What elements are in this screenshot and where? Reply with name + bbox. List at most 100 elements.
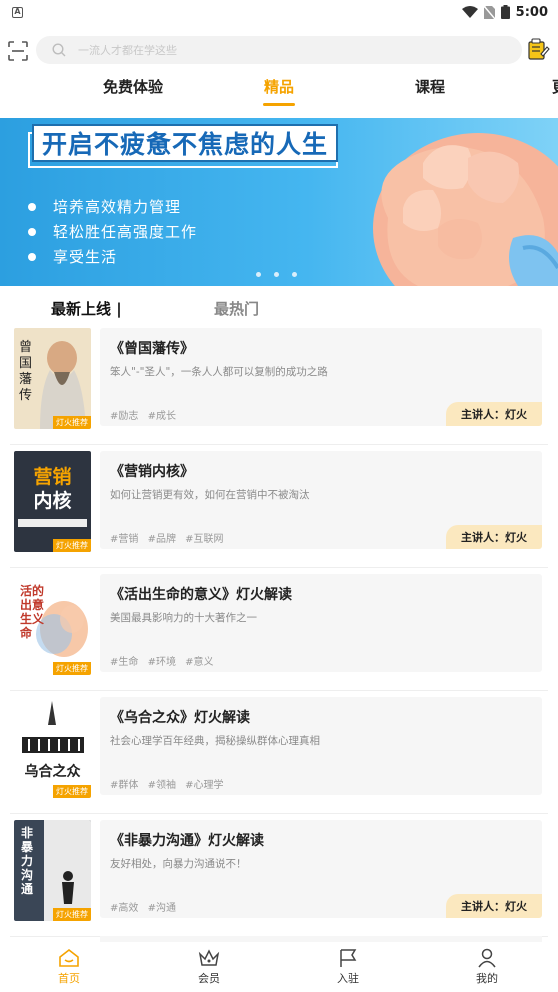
nav-label: 首页 — [58, 972, 80, 985]
flag-icon — [340, 949, 357, 967]
app-notification-icon: A — [12, 6, 23, 18]
cover-title: 乌合之众 — [24, 764, 81, 780]
speaker-badge: 主讲人：灯火 — [446, 894, 542, 918]
course-item[interactable]: 乌合之众 灯火推荐 《乌合之众》灯火解读 社会心理学百年经典，揭秘操纵群体心理真… — [0, 691, 558, 814]
course-tag[interactable]: #生命 — [110, 657, 138, 668]
course-description: 如何让营销更有效，如何在营销中不被淘汰 — [110, 489, 310, 501]
scan-icon[interactable] — [8, 41, 28, 61]
course-tag[interactable]: #励志 — [110, 411, 138, 422]
notebook-icon[interactable] — [526, 38, 550, 62]
pagination-dot — [292, 272, 297, 277]
course-tags: #生命 #环境 #意义 — [110, 653, 220, 668]
course-tag[interactable]: #心理学 — [185, 780, 223, 791]
course-tag[interactable]: #环境 — [148, 657, 176, 668]
tab-overflow[interactable]: 更 — [552, 76, 558, 97]
wifi-icon — [461, 6, 478, 18]
cover-badge: 灯火推荐 — [53, 662, 91, 675]
course-tag[interactable]: #群体 — [110, 780, 138, 791]
course-tag[interactable]: #互联网 — [185, 534, 223, 545]
course-tag[interactable]: #沟通 — [148, 903, 176, 914]
course-description: 友好相处，向暴力沟通说不！ — [110, 858, 247, 870]
course-title: 《非暴力沟通》灯火解读 — [110, 833, 264, 849]
tab-newest[interactable]: 最新上线 | — [51, 298, 122, 319]
course-description: 美国最具影响力的十大著作之一 — [110, 612, 257, 624]
course-tag[interactable]: #品牌 — [148, 534, 176, 545]
course-cover: 活的 出意 生义命 灯火推荐 — [14, 574, 91, 675]
tab-hottest[interactable]: 最热门 — [214, 298, 259, 319]
speaker-badge: 主讲人：灯火 — [446, 525, 542, 549]
cover-title: 营销 内核 — [33, 466, 72, 512]
banner-title: 开启不疲惫不焦虑的人生 — [41, 130, 328, 159]
course-tag[interactable]: #意义 — [185, 657, 213, 668]
tab-free-trial[interactable]: 免费体验 — [103, 76, 163, 97]
tab-premium[interactable]: 精品 — [264, 76, 294, 97]
banner-title-box: 开启不疲惫不焦虑的人生 — [32, 124, 338, 162]
pagination-dot — [274, 272, 279, 277]
crown-icon — [198, 949, 220, 966]
cover-badge: 灯火推荐 — [53, 785, 91, 798]
course-title: 《活出生命的意义》灯火解读 — [110, 587, 292, 603]
cover-badge: 灯火推荐 — [53, 908, 91, 921]
pagination-dot — [256, 272, 261, 277]
user-icon — [478, 948, 496, 968]
course-title: 《曾国藩传》 — [110, 341, 194, 357]
banner-bullet: 享受生活 — [28, 244, 197, 269]
course-description: 笨人"-"圣人"，一条人人都可以复制的成功之路 — [110, 366, 328, 378]
tab-courses[interactable]: 课程 — [415, 76, 445, 97]
course-card[interactable]: 《曾国藩传》 笨人"-"圣人"，一条人人都可以复制的成功之路 #励志 #成长 主… — [100, 328, 542, 426]
course-tags: #励志 #成长 — [110, 407, 182, 422]
nav-home[interactable]: 首页 — [39, 948, 99, 986]
no-sim-icon — [483, 5, 495, 19]
nav-label: 我的 — [476, 972, 498, 985]
bottom-navigation: 首页 会员 入驻 我的 — [0, 942, 558, 992]
course-item[interactable]: 活的 出意 生义命 灯火推荐 《活出生命的意义》灯火解读 美国最具影响力的十大著作之… — [0, 568, 558, 691]
cover-badge: 灯火推荐 — [53, 416, 91, 429]
course-tag[interactable]: #领袖 — [148, 780, 176, 791]
course-cover: 非暴力沟通 灯火推荐 — [14, 820, 91, 921]
course-tag[interactable]: #成长 — [148, 411, 176, 422]
cover-title: 非暴力沟通 — [21, 826, 34, 896]
course-card[interactable]: 《非暴力沟通》灯火解读 友好相处，向暴力沟通说不！ #高效 #沟通 主讲人：灯火 — [100, 820, 542, 918]
cover-badge: 灯火推荐 — [53, 539, 91, 552]
banner-bullets: 培养高效精力管理 轻松胜任高强度工作 享受生活 — [28, 194, 197, 269]
course-item[interactable]: 非暴力沟通 灯火推荐 《非暴力沟通》灯火解读 友好相处，向暴力沟通说不！ #高效… — [0, 814, 558, 937]
course-tags: #高效 #沟通 — [110, 899, 182, 914]
top-tabs: 免费体验 精品 课程 更 — [0, 76, 558, 112]
course-tag[interactable]: #营销 — [110, 534, 138, 545]
section-tabs: 最新上线 | 最热门 — [0, 298, 558, 320]
search-input[interactable] — [78, 43, 498, 57]
banner-bullet: 培养高效精力管理 — [28, 194, 197, 219]
cover-title: 活的 出意 生义命 — [20, 584, 45, 640]
course-tags: #群体 #领袖 #心理学 — [110, 776, 230, 791]
promo-banner[interactable]: 开启不疲惫不焦虑的人生 培养高效精力管理 轻松胜任高强度工作 享受生活 — [0, 118, 558, 286]
nav-join[interactable]: 入驻 — [318, 948, 378, 986]
banner-pagination — [256, 272, 297, 277]
nav-profile[interactable]: 我的 — [457, 948, 517, 986]
course-title: 《营销内核》 — [110, 464, 194, 480]
home-icon — [59, 948, 79, 967]
course-tag[interactable]: #高效 — [110, 903, 138, 914]
course-card[interactable]: 《活出生命的意义》灯火解读 美国最具影响力的十大著作之一 #生命 #环境 #意义 — [100, 574, 542, 672]
cover-strip — [18, 519, 87, 527]
course-card[interactable]: 《乌合之众》灯火解读 社会心理学百年经典，揭秘操纵群体心理真相 #群体 #领袖 … — [100, 697, 542, 795]
fist-illustration — [373, 133, 558, 286]
nav-label: 会员 — [198, 972, 220, 985]
search-icon — [52, 43, 66, 57]
course-description: 社会心理学百年经典，揭秘操纵群体心理真相 — [110, 735, 320, 747]
course-title: 《乌合之众》灯火解读 — [110, 710, 250, 726]
crowd-illustration — [22, 701, 84, 753]
course-cover: 乌合之众 灯火推荐 — [14, 697, 91, 798]
course-item[interactable]: 营销 内核 灯火推荐 《营销内核》 如何让营销更有效，如何在营销中不被淘汰 #营销… — [0, 445, 558, 568]
active-tab-indicator — [263, 103, 295, 106]
banner-bullet: 轻松胜任高强度工作 — [28, 219, 197, 244]
nav-label: 入驻 — [337, 972, 359, 985]
speaker-badge: 主讲人：灯火 — [446, 402, 542, 426]
course-card[interactable]: 《营销内核》 如何让营销更有效，如何在营销中不被淘汰 #营销 #品牌 #互联网 … — [100, 451, 542, 549]
course-cover: 曾国藩传 灯火推荐 — [14, 328, 91, 429]
search-box[interactable] — [36, 36, 522, 64]
course-tags: #营销 #品牌 #互联网 — [110, 530, 230, 545]
status-bar: A 5:00 — [0, 0, 558, 24]
nav-membership[interactable]: 会员 — [179, 948, 239, 986]
course-item[interactable]: 曾国藩传 灯火推荐 《曾国藩传》 笨人"-"圣人"，一条人人都可以复制的成功之路… — [0, 322, 558, 445]
search-row — [0, 34, 558, 66]
